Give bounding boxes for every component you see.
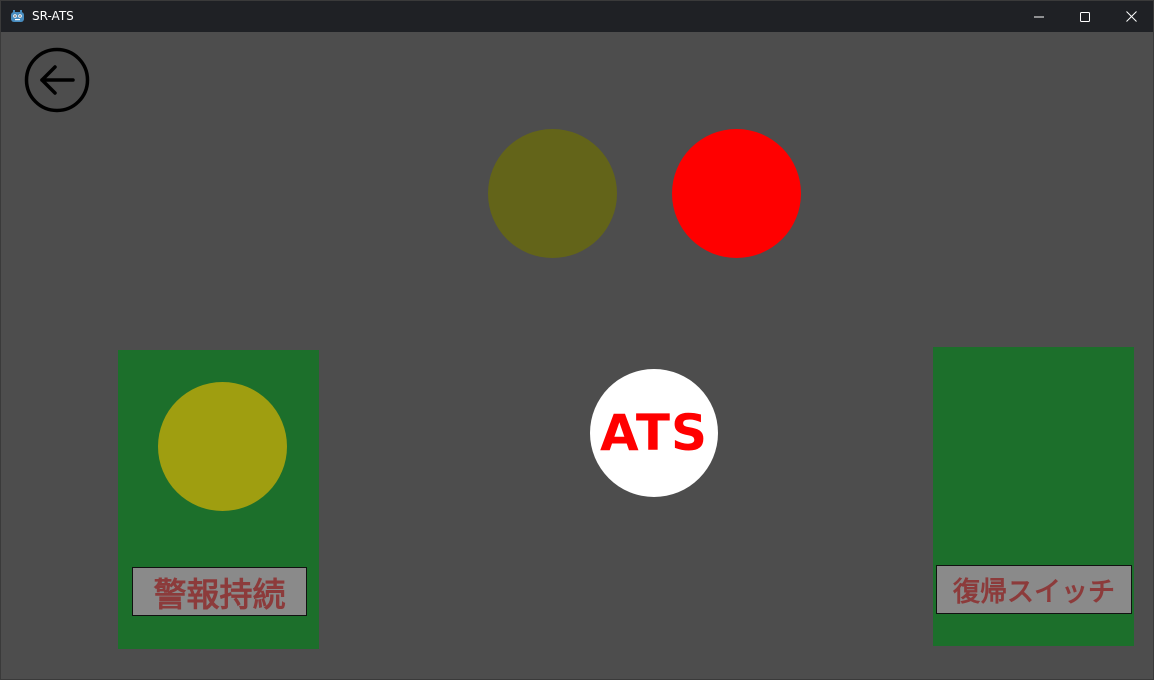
app-window: SR-ATS ATS 警報持続 復帰スイッチ	[0, 0, 1154, 680]
reset-switch-panel[interactable]: 復帰スイッチ	[933, 347, 1134, 646]
title-bar[interactable]: SR-ATS	[1, 1, 1153, 32]
close-icon	[1125, 7, 1137, 26]
reset-switch-label: 復帰スイッチ	[936, 565, 1132, 614]
arrow-left-circle-icon	[24, 47, 90, 117]
window-title: SR-ATS	[32, 9, 74, 23]
main-content: ATS 警報持続 復帰スイッチ	[1, 32, 1153, 679]
minimize-icon	[1034, 7, 1044, 26]
close-button[interactable]	[1108, 1, 1154, 32]
indicator-lamp-red	[672, 129, 801, 258]
minimize-button[interactable]	[1016, 1, 1062, 32]
alarm-continue-label: 警報持続	[132, 567, 307, 616]
indicator-lamp-yellow-dim	[488, 129, 617, 258]
godot-robot-icon	[10, 9, 25, 24]
alarm-continue-panel[interactable]: 警報持続	[118, 350, 319, 649]
alarm-continue-lamp	[158, 382, 287, 511]
ats-indicator: ATS	[590, 369, 718, 497]
maximize-button[interactable]	[1062, 1, 1108, 32]
ats-label: ATS	[600, 404, 708, 462]
maximize-icon	[1080, 7, 1090, 26]
back-button[interactable]	[24, 47, 90, 113]
